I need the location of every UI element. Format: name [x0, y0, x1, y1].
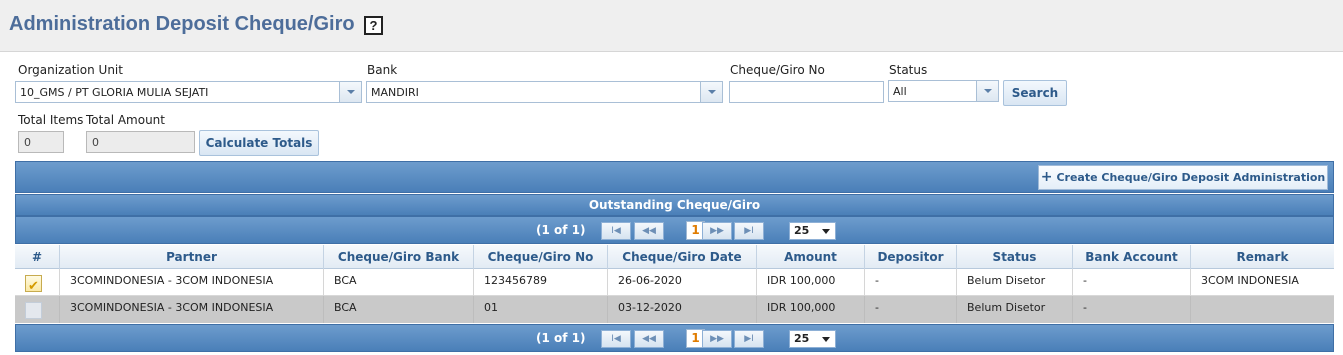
status-cell: Belum Disetor: [957, 296, 1073, 323]
cheque-no-cell: 01: [474, 296, 608, 323]
search-button[interactable]: Search: [1003, 80, 1067, 106]
chevron-down-icon[interactable]: [700, 82, 722, 102]
last-page-icon[interactable]: ▶I: [734, 222, 764, 240]
column-header[interactable]: Cheque/Giro No: [474, 245, 608, 269]
total-items-label: Total Items: [18, 113, 84, 127]
cheque-no-cell: 123456789: [474, 269, 608, 296]
next-page-icon[interactable]: ▶▶: [702, 222, 732, 240]
status-value: All: [893, 85, 907, 98]
column-header[interactable]: Bank Account: [1073, 245, 1191, 269]
column-header[interactable]: Remark: [1191, 245, 1334, 269]
pager-top: (1 of 1) I◀ ◀◀ 1 ▶▶ ▶I 25: [15, 216, 1334, 244]
page-size-select[interactable]: 25: [789, 330, 836, 348]
column-header[interactable]: Status: [957, 245, 1073, 269]
column-header[interactable]: Cheque/Giro Bank: [324, 245, 474, 269]
plus-icon: +: [1040, 169, 1053, 185]
amount-cell: IDR 100,000: [757, 269, 865, 296]
column-header[interactable]: Cheque/Giro Date: [608, 245, 757, 269]
help-icon[interactable]: ?: [364, 16, 383, 35]
total-items-value: 0: [24, 136, 31, 149]
column-header[interactable]: Depositor: [865, 245, 957, 269]
org-unit-value: 10_GMS / PT GLORIA MULIA SEJATI: [20, 86, 209, 99]
bank-cell: BCA: [324, 269, 474, 296]
pager-info: (1 of 1): [536, 331, 586, 345]
column-header[interactable]: Partner: [60, 245, 324, 269]
total-amount-field: 0: [86, 131, 195, 153]
column-header[interactable]: Amount: [757, 245, 865, 269]
total-amount-label: Total Amount: [86, 113, 165, 127]
pager-info: (1 of 1): [536, 223, 586, 237]
pager-bottom: (1 of 1) I◀ ◀◀ 1 ▶▶ ▶I 25: [15, 324, 1334, 352]
next-page-icon[interactable]: ▶▶: [702, 330, 732, 348]
first-page-icon[interactable]: I◀: [601, 330, 631, 348]
bank-label: Bank: [367, 63, 398, 77]
bank-account-cell: -: [1073, 269, 1191, 296]
create-deposit-button[interactable]: + Create Cheque/Giro Deposit Administrati…: [1038, 165, 1328, 190]
table-row[interactable]: 3COMINDONESIA - 3COM INDONESIA BCA 12345…: [15, 269, 1334, 296]
calculate-totals-button[interactable]: Calculate Totals: [199, 130, 319, 156]
cheque-no-input[interactable]: [729, 81, 884, 103]
cheque-date-cell: 03-12-2020: [608, 296, 757, 323]
amount-cell: IDR 100,000: [757, 296, 865, 323]
grid-title: Outstanding Cheque/Giro: [15, 194, 1334, 216]
depositor-cell: -: [865, 296, 957, 323]
grid-toolbar: + Create Cheque/Giro Deposit Administrati…: [15, 161, 1334, 193]
table-header: # Partner Cheque/Giro Bank Cheque/Giro N…: [15, 245, 1334, 269]
depositor-cell: -: [865, 269, 957, 296]
total-amount-value: 0: [92, 136, 99, 149]
page-size-select[interactable]: 25: [789, 222, 836, 240]
row-checkbox[interactable]: [25, 302, 42, 319]
page-title: Administration Deposit Cheque/Giro: [9, 13, 355, 35]
status-cell: Belum Disetor: [957, 269, 1073, 296]
row-select-cell[interactable]: [15, 296, 60, 323]
bank-cell: BCA: [324, 296, 474, 323]
org-unit-select[interactable]: 10_GMS / PT GLORIA MULIA SEJATI: [15, 81, 362, 103]
row-select-cell[interactable]: [15, 269, 60, 296]
bank-account-cell: -: [1073, 296, 1191, 323]
partner-cell: 3COMINDONESIA - 3COM INDONESIA: [60, 269, 324, 296]
status-label: Status: [889, 63, 928, 77]
cheque-date-cell: 26-06-2020: [608, 269, 757, 296]
cheque-no-label: Cheque/Giro No: [730, 63, 825, 77]
bank-value: MANDIRI: [371, 86, 419, 99]
last-page-icon[interactable]: ▶I: [734, 330, 764, 348]
column-header[interactable]: #: [15, 245, 60, 269]
create-deposit-label: Create Cheque/Giro Deposit Administratio…: [1056, 171, 1326, 184]
prev-page-icon[interactable]: ◀◀: [634, 222, 664, 240]
row-checkbox[interactable]: [25, 275, 42, 296]
bank-select[interactable]: MANDIRI: [366, 81, 723, 103]
remark-cell: [1191, 296, 1334, 323]
org-unit-label: Organization Unit: [18, 63, 123, 77]
page-header: Administration Deposit Cheque/Giro ?: [0, 0, 1343, 52]
chevron-down-icon[interactable]: [339, 82, 361, 102]
chevron-down-icon[interactable]: [976, 81, 998, 101]
prev-page-icon[interactable]: ◀◀: [634, 330, 664, 348]
partner-cell: 3COMINDONESIA - 3COM INDONESIA: [60, 296, 324, 323]
first-page-icon[interactable]: I◀: [601, 222, 631, 240]
table-row[interactable]: 3COMINDONESIA - 3COM INDONESIA BCA 01 03…: [15, 296, 1334, 323]
total-items-field: 0: [18, 131, 64, 153]
remark-cell: 3COM INDONESIA: [1201, 274, 1299, 287]
status-select[interactable]: All: [888, 80, 999, 102]
